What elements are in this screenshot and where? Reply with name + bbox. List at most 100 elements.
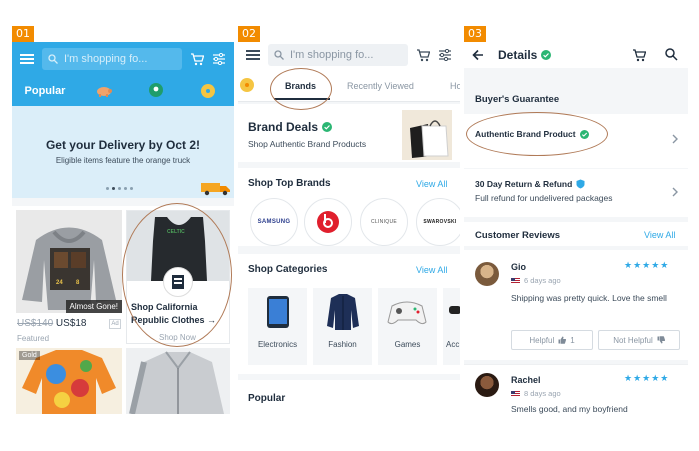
banner-title: Get your Delivery by Oct 2! bbox=[45, 138, 201, 152]
tab-recently-viewed[interactable]: Recently Viewed bbox=[347, 81, 414, 91]
tab-popular[interactable]: Popular bbox=[12, 76, 78, 106]
filter-icon[interactable] bbox=[212, 53, 226, 65]
reviews-title: Customer Reviews bbox=[475, 230, 561, 241]
product-tile-california[interactable]: CELTIC Shop California Republic Clothes … bbox=[126, 210, 230, 344]
cart-icon[interactable] bbox=[416, 48, 430, 62]
back-arrow-icon[interactable] bbox=[472, 49, 484, 61]
tab-location[interactable] bbox=[130, 76, 182, 106]
hoodie-old-price: US$140 bbox=[17, 318, 54, 329]
popular-title: Popular bbox=[248, 393, 286, 404]
details-title: Details bbox=[498, 48, 538, 62]
review-text: Smells good, and my boyfriend bbox=[511, 404, 628, 414]
active-tab-indicator bbox=[274, 98, 330, 100]
brand-beats[interactable] bbox=[304, 198, 352, 246]
helpful-button[interactable]: Helpful 1 bbox=[511, 330, 593, 350]
brand-clinique[interactable]: CLINIQUE bbox=[360, 198, 408, 246]
featured-label: Featured bbox=[17, 334, 50, 343]
top-brands-section: Shop Top Brands View All SAMSUNG CLINIQU… bbox=[238, 168, 460, 246]
avatar bbox=[475, 373, 499, 397]
verified-check-icon bbox=[322, 122, 333, 132]
return-subtitle: Full refund for undelivered packages bbox=[475, 193, 613, 203]
tab-pig[interactable] bbox=[78, 76, 130, 106]
menu-icon[interactable] bbox=[246, 49, 260, 61]
top-bar: I'm shopping fo... bbox=[238, 42, 460, 68]
category-tabs: Popular bbox=[12, 76, 234, 106]
brand-logo bbox=[163, 267, 193, 297]
shield-icon bbox=[576, 179, 585, 189]
location-pin-icon bbox=[149, 83, 163, 99]
categories-title: Shop Categories bbox=[248, 264, 328, 275]
brand-deals-subtitle: Shop Authentic Brand Products bbox=[248, 139, 367, 149]
cart-icon[interactable] bbox=[632, 48, 646, 62]
brand-swarovski[interactable]: SWAROVSKI bbox=[416, 198, 460, 246]
sunglasses-icon bbox=[449, 306, 460, 314]
return-refund-row[interactable]: 30 Day Return & Refund Full refund for u… bbox=[464, 169, 688, 217]
almost-gone-badge: Almost Gone! bbox=[65, 300, 122, 313]
step-badge-3: 03 bbox=[464, 26, 486, 42]
review-date-text: 8 days ago bbox=[524, 389, 561, 398]
review-text: Shipping was pretty quick. Love the smel… bbox=[511, 293, 667, 303]
review-item: Rachel 8 days ago ★★★★★ Smells good, and… bbox=[464, 364, 688, 414]
helpful-label: Helpful bbox=[529, 335, 555, 345]
top-brands-view-all[interactable]: View All bbox=[416, 179, 447, 189]
search-icon bbox=[48, 54, 58, 64]
category-accessories[interactable]: Acc bbox=[443, 288, 460, 365]
tab-disc[interactable] bbox=[182, 76, 234, 106]
review-date: 6 days ago bbox=[511, 276, 561, 285]
hoodie-image: 24 8 bbox=[22, 227, 116, 310]
step-badge-1: 01 bbox=[12, 26, 34, 42]
game-controller-icon bbox=[387, 301, 427, 325]
category-label: Fashion bbox=[328, 340, 357, 349]
top-bar: I'm shopping fo... bbox=[12, 42, 234, 76]
panel-brands: I'm shopping fo... Brands Recently Viewe… bbox=[238, 42, 460, 414]
tab-brands[interactable]: Brands bbox=[285, 81, 316, 91]
filter-icon[interactable] bbox=[438, 49, 452, 61]
phone-icon bbox=[267, 296, 289, 328]
search-input[interactable]: I'm shopping fo... bbox=[42, 48, 182, 70]
category-label: Games bbox=[394, 340, 421, 349]
search-icon[interactable] bbox=[665, 48, 678, 61]
delivery-banner[interactable]: Get your Delivery by Oct 2! Eligible ite… bbox=[12, 106, 234, 198]
category-fashion[interactable]: Fashion bbox=[313, 288, 372, 365]
panel-home-feed: I'm shopping fo... Popular Get your Deli… bbox=[12, 42, 234, 414]
review-item: Gio 6 days ago ★★★★★ Shipping was pretty… bbox=[464, 250, 688, 360]
category-electronics[interactable]: Electronics bbox=[248, 288, 307, 365]
pig-icon bbox=[95, 85, 113, 97]
details-heading: Details bbox=[498, 48, 552, 62]
disc-icon bbox=[200, 83, 216, 99]
tab-home[interactable]: Ho bbox=[450, 81, 460, 91]
reviews-view-all[interactable]: View All bbox=[644, 230, 675, 240]
authentic-brand-text: Authentic Brand Product bbox=[475, 129, 576, 139]
product-tile-hoodie[interactable]: 24 8 Almost Gone! bbox=[16, 210, 122, 313]
carousel-dots bbox=[106, 187, 133, 190]
brand-deals-card[interactable]: Brand Deals Shop Authentic Brand Product… bbox=[238, 104, 460, 162]
cart-icon[interactable] bbox=[190, 52, 204, 66]
shop-categories-section: Shop Categories View All Electronics Fas… bbox=[238, 254, 460, 374]
shop-now-link[interactable]: Shop Now bbox=[159, 333, 196, 342]
product-tile-dress-shirt[interactable] bbox=[126, 348, 230, 414]
top-bar: Details bbox=[464, 42, 688, 68]
thumbs-down-icon bbox=[657, 336, 665, 344]
ad-label: Ad bbox=[109, 319, 121, 329]
brand-samsung[interactable]: SAMSUNG bbox=[250, 198, 298, 246]
us-flag-icon bbox=[511, 390, 520, 397]
product-grid: 24 8 Almost Gone! US$140 US$18 Ad Featur… bbox=[12, 206, 234, 414]
search-input[interactable]: I'm shopping fo... bbox=[268, 44, 408, 66]
banner-subtitle: Eligible items feature the orange truck bbox=[55, 156, 191, 165]
beats-logo-icon bbox=[317, 211, 339, 233]
menu-icon[interactable] bbox=[20, 53, 34, 65]
top-brands-title: Shop Top Brands bbox=[248, 178, 331, 189]
jacket-icon bbox=[327, 294, 359, 330]
category-games[interactable]: Games bbox=[378, 288, 437, 365]
authentic-brand-label: Authentic Brand Product bbox=[475, 129, 589, 139]
rating-stars: ★★★★★ bbox=[624, 261, 670, 271]
categories-view-all[interactable]: View All bbox=[416, 265, 447, 275]
hoodie-price: US$140 US$18 bbox=[17, 318, 87, 329]
verified-check-icon bbox=[541, 50, 552, 60]
svg-text:CELTIC: CELTIC bbox=[167, 229, 185, 235]
authentic-brand-row[interactable]: Authentic Brand Product bbox=[464, 114, 688, 168]
category-label: Electronics bbox=[257, 340, 298, 349]
popular-section: Popular bbox=[238, 380, 460, 414]
not-helpful-button[interactable]: Not Helpful bbox=[598, 330, 680, 350]
product-tile-printed-shirt[interactable]: Gold bbox=[16, 348, 122, 414]
